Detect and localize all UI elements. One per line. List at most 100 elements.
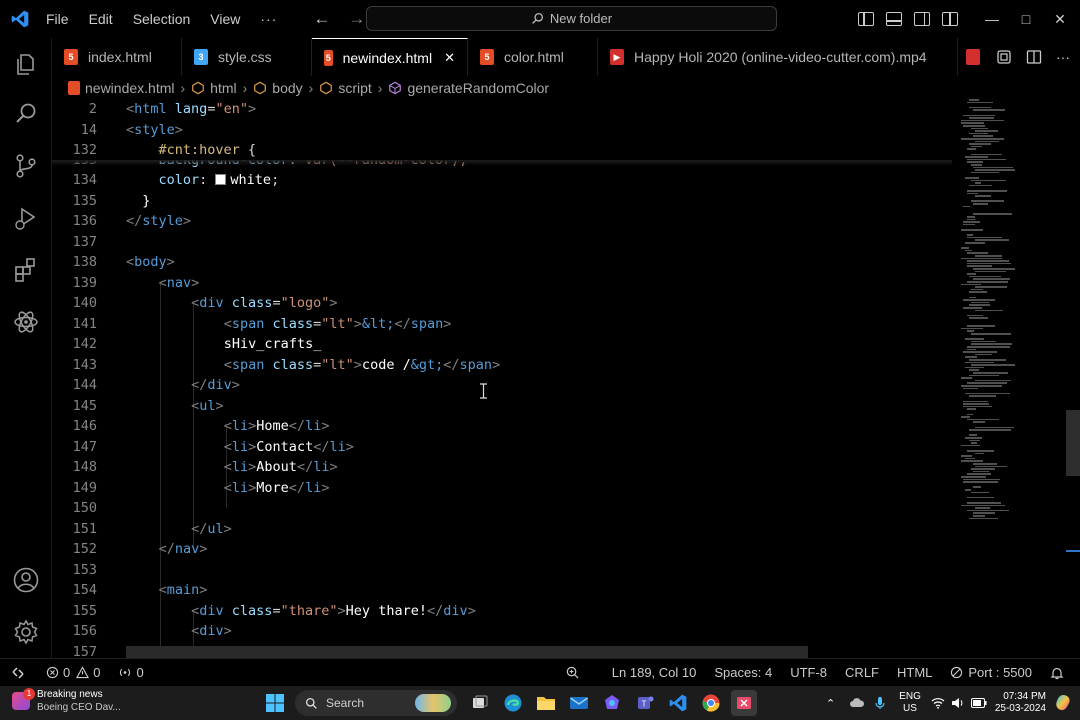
weather-cloud-icon[interactable] [849, 697, 865, 709]
extensions-icon[interactable] [12, 256, 40, 284]
forward-arrow-icon[interactable]: → [348, 9, 365, 29]
code-line[interactable]: 149 <li>More</li> [52, 478, 952, 499]
sticky-line[interactable]: 132 #cnt:hover { [52, 140, 952, 161]
account-icon[interactable] [12, 566, 40, 594]
volume-icon[interactable] [951, 697, 965, 709]
open-changes-icon[interactable] [996, 49, 1012, 65]
ports-indicator[interactable]: 0 [118, 665, 144, 680]
settings-gear-icon[interactable] [12, 618, 40, 646]
back-arrow-icon[interactable]: ← [313, 9, 330, 29]
microphone-icon[interactable] [875, 696, 885, 710]
copilot-tray-icon[interactable] [1054, 694, 1072, 712]
chrome-icon[interactable] [698, 690, 724, 716]
tab-style-css[interactable]: 3 style.css [182, 38, 312, 76]
search-sidebar-icon[interactable] [12, 100, 40, 128]
breadcrumb-file[interactable]: newindex.html [68, 80, 175, 96]
code-line[interactable]: 143 <span class="lt">code /&gt;</span> [52, 355, 952, 376]
code-line[interactable]: 144 </div> [52, 375, 952, 396]
code-line[interactable]: 153 [52, 560, 952, 581]
customize-layout-icon[interactable] [942, 12, 958, 26]
menu-more-button[interactable]: ··· [260, 11, 277, 27]
breadcrumb-function[interactable]: generateRandomColor [388, 80, 549, 96]
breadcrumb-html[interactable]: html [191, 80, 237, 96]
close-window-icon[interactable]: ✕ [1044, 11, 1076, 28]
sticky-line[interactable]: 14 <style> [52, 120, 952, 141]
input-language-indicator[interactable]: ENG US [899, 691, 921, 715]
close-tab-icon[interactable]: ✕ [444, 50, 455, 66]
source-control-icon[interactable] [12, 152, 40, 180]
code-line[interactable]: 142 sHiv_crafts_ [52, 334, 952, 355]
code-line[interactable]: 150 [52, 498, 952, 519]
teams-icon[interactable]: T [632, 690, 658, 716]
remote-indicator[interactable] [0, 659, 36, 686]
tab-overflow-video[interactable] [958, 38, 988, 76]
toggle-secondary-sidebar-icon[interactable] [914, 12, 930, 26]
windows-start-icon[interactable] [262, 690, 288, 716]
run-debug-icon[interactable] [12, 204, 40, 232]
minimap[interactable] [957, 99, 1067, 529]
code-line[interactable]: 156 <div> [52, 621, 952, 642]
code-line[interactable]: 140 <div class="logo"> [52, 293, 952, 314]
eol-setting[interactable]: CRLF [845, 665, 879, 680]
explorer-icon[interactable] [12, 50, 40, 78]
code-line[interactable]: 151 </ul> [52, 519, 952, 540]
live-server-port[interactable]: Port : 5500 [950, 665, 1032, 680]
code-line[interactable]: 139 <nav> [52, 273, 952, 294]
taskbar-search[interactable]: Search [295, 690, 457, 716]
code-line[interactable]: 134 color: white; [52, 170, 952, 191]
more-actions-icon[interactable]: ··· [1056, 49, 1070, 65]
horizontal-scrollbar-thumb[interactable] [126, 646, 808, 658]
copilot-icon[interactable] [599, 690, 625, 716]
encoding-setting[interactable]: UTF-8 [790, 665, 827, 680]
minimize-icon[interactable]: — [976, 11, 1008, 27]
menu-selection[interactable]: Selection [133, 11, 191, 27]
breadcrumb-script[interactable]: script [319, 80, 372, 96]
file-explorer-icon[interactable] [533, 690, 559, 716]
tab-color-html[interactable]: 5 color.html [468, 38, 598, 76]
code-line[interactable]: 155 <div class="thare">Hey thare!</div> [52, 601, 952, 622]
problems-indicator[interactable]: 0 0 [46, 665, 100, 680]
code-line[interactable]: 138 <body> [52, 252, 952, 273]
vertical-scrollbar-thumb[interactable] [1066, 410, 1080, 476]
menu-edit[interactable]: Edit [89, 11, 113, 27]
news-widget[interactable]: 1 Breaking news Boeing CEO Dav... [12, 688, 121, 714]
maximize-icon[interactable]: □ [1010, 11, 1042, 27]
menu-view[interactable]: View [210, 11, 240, 27]
vertical-scrollbar[interactable] [1066, 99, 1080, 658]
breadcrumb-body[interactable]: body [253, 80, 303, 96]
tab-newindex-html[interactable]: 5 newindex.html ✕ [312, 38, 468, 76]
command-center-search[interactable]: New folder [366, 6, 777, 31]
toggle-sidebar-icon[interactable] [858, 12, 874, 26]
code-line[interactable]: 146 <li>Home</li> [52, 416, 952, 437]
code-line[interactable]: 148 <li>About</li> [52, 457, 952, 478]
menu-file[interactable]: File [46, 11, 69, 27]
code-line[interactable]: 136 </style> [52, 211, 952, 232]
code-line[interactable]: 145 <ul> [52, 396, 952, 417]
code-line[interactable]: 137 [52, 232, 952, 253]
tab-happy-holi-mp4[interactable]: ▶ Happy Holi 2020 (online-video-cutter.c… [598, 38, 958, 76]
indentation-setting[interactable]: Spaces: 4 [714, 665, 772, 680]
edge-browser-icon[interactable] [500, 690, 526, 716]
cursor-position[interactable]: Ln 189, Col 10 [612, 665, 697, 680]
show-hidden-icons-chevron-icon[interactable]: ⌃ [826, 697, 835, 710]
system-clock[interactable]: 07:34 PM 25-03-2024 [995, 691, 1046, 715]
code-editor[interactable]: 133 background-color: var(--random-color… [52, 99, 1080, 658]
language-mode[interactable]: HTML [897, 665, 932, 680]
code-line[interactable]: 141 <span class="lt">&lt;</span> [52, 314, 952, 335]
react-icon[interactable] [12, 308, 40, 336]
snipping-tool-icon[interactable] [731, 690, 757, 716]
zoom-icon[interactable] [565, 665, 580, 680]
toggle-panel-icon[interactable] [886, 12, 902, 26]
vscode-taskbar-icon[interactable] [665, 690, 691, 716]
code-line[interactable]: 154 <main> [52, 580, 952, 601]
mail-icon[interactable] [566, 690, 592, 716]
notifications-bell-icon[interactable] [1050, 666, 1064, 680]
tab-index-html[interactable]: 5 index.html [52, 38, 182, 76]
battery-icon[interactable] [970, 698, 987, 708]
code-line[interactable]: 152 </nav> [52, 539, 952, 560]
split-editor-icon[interactable] [1026, 49, 1042, 65]
wifi-icon[interactable] [931, 697, 945, 709]
task-view-icon[interactable] [467, 690, 493, 716]
sticky-line[interactable]: 2 <html lang="en"> [52, 99, 952, 120]
code-line[interactable]: 147 <li>Contact</li> [52, 437, 952, 458]
